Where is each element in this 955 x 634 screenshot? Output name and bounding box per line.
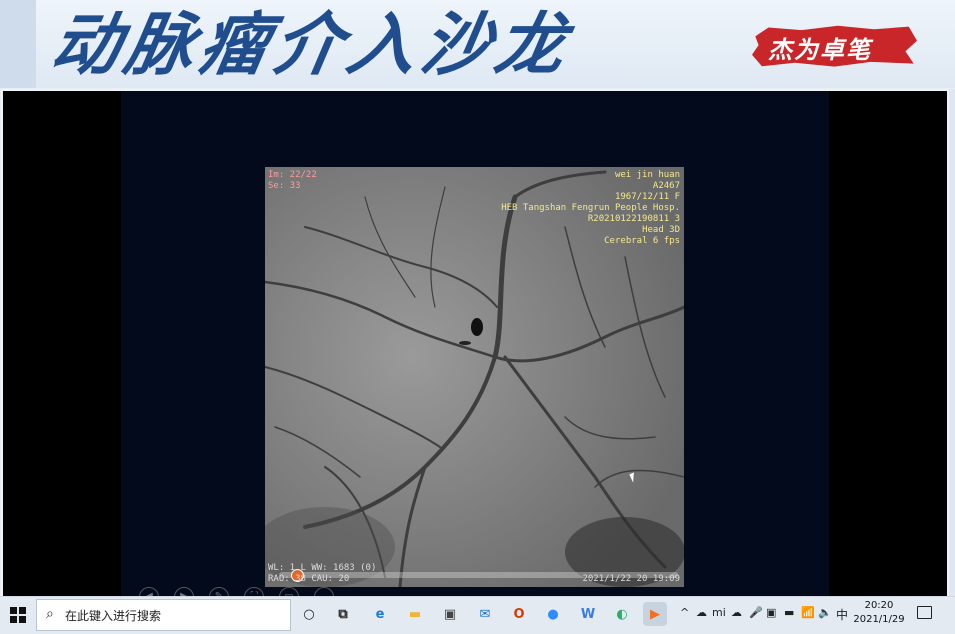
ime-indicator[interactable]: 中 (836, 606, 848, 623)
system-clock[interactable]: 20:20 2021/1/29 (850, 599, 908, 627)
overlay-line: HEB Tangshan Fengrun People Hosp. (501, 203, 680, 213)
overlay-line: 1967/12/11 F (614, 192, 680, 202)
overlay-line: A2467 (652, 181, 680, 191)
search-icon: ⌕ (46, 606, 54, 622)
microphone-icon[interactable]: 🎤 (749, 606, 763, 619)
overlay-line: Head 3D (642, 225, 680, 235)
cortana-icon-glyph: ○ (303, 606, 315, 622)
media-player-icon[interactable]: ▶ (643, 602, 667, 626)
wps-icon[interactable]: W (576, 602, 600, 626)
mi-icon[interactable]: mi (712, 606, 726, 619)
banner-badge-text: 杰为卓笔 (768, 35, 872, 64)
zoom-icon-glyph: ● (547, 606, 559, 622)
clock-time: 20:20 (864, 600, 894, 611)
volume-icon[interactable]: 🔈 (818, 606, 832, 619)
task-view-icon-glyph: ⧉ (338, 606, 348, 622)
edge-icon-glyph: e (375, 606, 385, 622)
banner-title: 动脉瘤介入沙龙 (45, 6, 578, 85)
windows-taskbar: ⌕ 在此键入进行搜索 ○ ⧉ e ▬ ▣ ✉ O ● W ◐ ▶ ^ ☁ mi ☁ 🎤 ▣ ▬ 📶 … (0, 596, 955, 634)
taskbar-search-box[interactable]: ⌕ 在此键入进行搜索 (36, 599, 291, 631)
file-explorer-icon-glyph: ▬ (408, 606, 422, 622)
overlay-line: Cerebral 6 fps (604, 236, 680, 246)
notification-center-icon[interactable] (917, 606, 932, 619)
media-player-icon-glyph: ▶ (650, 606, 660, 622)
wps-icon-glyph: W (580, 606, 596, 622)
network-icon[interactable]: 📶 (801, 606, 815, 619)
zoom-icon[interactable]: ● (541, 602, 565, 626)
overlay-image-info: Im: 22/22 Se: 33 (268, 170, 317, 192)
cortana-icon[interactable]: ○ (297, 602, 321, 626)
wechat-icon[interactable]: ◐ (610, 602, 634, 626)
overlay-line: RAO: 38 CAU: 20 (268, 574, 350, 584)
angiography-viewer[interactable]: Im: 22/22 Se: 33 wei jin huan A2467 1967… (265, 167, 684, 587)
overlay-line: R20210122190811 3 (587, 214, 680, 224)
office-icon[interactable]: O (507, 602, 531, 626)
slide-banner: 动脉瘤介入沙龙 杰为卓笔 (0, 0, 955, 88)
onedrive-icon[interactable]: ☁ (696, 606, 707, 619)
store-icon[interactable]: ▣ (438, 602, 462, 626)
edge-icon[interactable]: e (368, 602, 392, 626)
search-placeholder: 在此键入进行搜索 (65, 609, 162, 623)
overlay-timestamp: 2021/1/22 20 19:09 (582, 574, 680, 584)
battery-icon[interactable]: ▬ (784, 606, 794, 619)
wechat-icon-glyph: ◐ (616, 606, 628, 622)
mail-icon-glyph: ✉ (479, 606, 491, 622)
file-explorer-icon[interactable]: ▬ (403, 602, 427, 626)
tray-overflow-icon[interactable]: ^ (680, 606, 689, 619)
clock-date: 2021/1/29 (853, 614, 905, 625)
cloud-icon[interactable]: ☁ (731, 606, 742, 619)
overlay-acquisition-info: WL: 1 L WW: 1683 (0) RAO: 38 CAU: 20 (268, 563, 376, 585)
office-icon-glyph: O (513, 606, 525, 622)
windows-start-icon[interactable] (10, 607, 26, 623)
store-icon-glyph: ▣ (443, 606, 457, 622)
overlay-line: WL: 1 L WW: 1683 (0) (268, 563, 377, 573)
mail-icon[interactable]: ✉ (473, 602, 497, 626)
overlay-line: wei jin huan (614, 170, 680, 180)
task-view-icon[interactable]: ⧉ (331, 602, 355, 626)
overlay-line: Se: 33 (268, 181, 301, 191)
banner-left-strip (0, 0, 36, 88)
presentation-frame: Im: 22/22 Se: 33 wei jin huan A2467 1967… (1, 89, 949, 607)
overlay-line: Im: 22/22 (268, 170, 317, 180)
overlay-patient-info: wei jin huan A2467 1967/12/11 F HEB Tang… (501, 170, 680, 247)
security-icon[interactable]: ▣ (766, 606, 776, 619)
